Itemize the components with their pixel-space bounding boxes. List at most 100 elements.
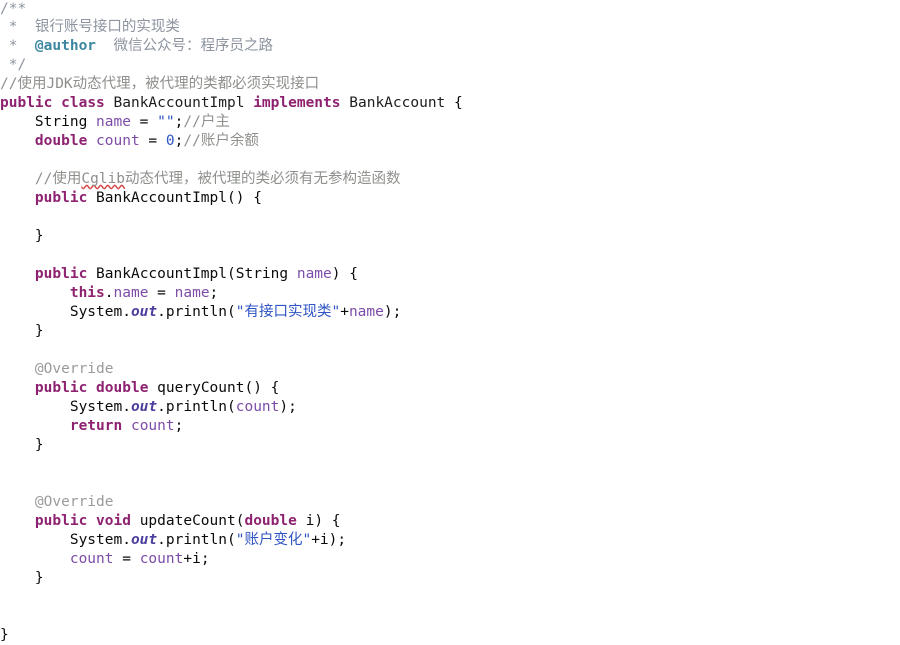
code-token-spellcheck: Cglib xyxy=(81,171,126,187)
code-line[interactable]: public void updateCount(double i) { xyxy=(0,512,900,531)
code-line[interactable]: public BankAccountImpl() { xyxy=(0,189,900,208)
code-line[interactable]: } xyxy=(0,227,900,246)
code-line[interactable]: @Override xyxy=(0,493,900,512)
code-token: void xyxy=(96,513,131,529)
code-token: } xyxy=(0,570,44,586)
code-token: System. xyxy=(0,532,131,548)
code-token: BankAccountImpl xyxy=(96,190,227,206)
code-token: double xyxy=(34,133,88,149)
code-line[interactable]: } xyxy=(0,569,900,588)
code-token: +i); xyxy=(311,532,347,548)
code-token: .println( xyxy=(157,532,236,548)
code-token: //户主 xyxy=(183,114,230,130)
code-line[interactable]: String name = "";//户主 xyxy=(0,113,900,132)
code-token: ); xyxy=(279,399,297,415)
code-token: BankAccountImpl xyxy=(113,95,245,111)
code-token: "" xyxy=(157,114,175,130)
code-token: implements xyxy=(253,95,341,111)
code-line[interactable] xyxy=(0,607,900,626)
code-line[interactable]: count = count+i; xyxy=(0,550,900,569)
code-token: .println( xyxy=(157,399,236,415)
code-token: public xyxy=(34,380,88,396)
code-line[interactable]: System.out.println("有接口实现类"+name); xyxy=(0,303,900,322)
code-token: count xyxy=(139,551,184,567)
code-editor-pane[interactable]: /** * 银行账号接口的实现类 * @author 微信公众号：程序员之路 *… xyxy=(0,0,900,643)
code-token: this xyxy=(69,285,105,301)
code-line[interactable]: System.out.println(count); xyxy=(0,398,900,417)
code-line[interactable] xyxy=(0,455,900,474)
code-token: public xyxy=(0,95,53,111)
code-token: = xyxy=(148,285,175,301)
code-line[interactable] xyxy=(0,246,900,265)
code-token: name xyxy=(96,114,131,130)
code-token: = xyxy=(139,133,166,149)
code-line[interactable] xyxy=(0,588,900,607)
code-token: name xyxy=(174,285,210,301)
code-line[interactable]: } xyxy=(0,626,900,645)
code-line[interactable]: * 银行账号接口的实现类 xyxy=(0,18,900,37)
code-line[interactable]: } xyxy=(0,436,900,455)
code-token: count xyxy=(235,399,280,415)
code-line[interactable]: } xyxy=(0,322,900,341)
code-line[interactable]: /** xyxy=(0,0,900,18)
code-content[interactable]: /** * 银行账号接口的实现类 * @author 微信公众号：程序员之路 *… xyxy=(0,0,900,645)
code-line[interactable]: //使用JDK动态代理，被代理的类都必须实现接口 xyxy=(0,75,900,94)
code-line[interactable] xyxy=(0,151,900,170)
code-token: @author xyxy=(34,38,97,54)
code-token: count xyxy=(69,551,114,567)
code-token: "有接口实现类" xyxy=(235,304,341,320)
code-line[interactable]: public BankAccountImpl(String name) { xyxy=(0,265,900,284)
code-line[interactable]: @Override xyxy=(0,360,900,379)
code-line[interactable]: * @author 微信公众号：程序员之路 xyxy=(0,37,900,56)
code-token: class xyxy=(61,95,105,111)
code-token: ) { xyxy=(331,266,358,282)
code-token: //账户余额 xyxy=(183,133,259,149)
code-token: } xyxy=(0,437,44,453)
code-token: = xyxy=(130,114,158,130)
code-token: System. xyxy=(0,399,131,415)
code-token: * 银行账号接口的实现类 xyxy=(0,19,180,35)
code-token: { xyxy=(445,95,463,111)
code-token: count xyxy=(130,418,175,434)
code-line[interactable]: return count; xyxy=(0,417,900,436)
code-line[interactable]: //使用Cglib动态代理，被代理的类必须有无参构造函数 xyxy=(0,170,900,189)
code-token: ; xyxy=(174,418,184,434)
code-token: name xyxy=(296,266,332,282)
code-line[interactable] xyxy=(0,341,900,360)
code-token: } xyxy=(0,627,9,643)
code-token: 0 xyxy=(165,133,175,149)
code-token: double xyxy=(244,513,297,529)
code-token: } xyxy=(0,228,44,244)
code-line[interactable]: */ xyxy=(0,56,900,75)
code-token: //使用 xyxy=(0,171,82,187)
code-line[interactable]: public class BankAccountImpl implements … xyxy=(0,94,900,113)
code-line[interactable] xyxy=(0,208,900,227)
code-token: +i; xyxy=(183,551,210,567)
code-line[interactable] xyxy=(0,474,900,493)
code-token: BankAccount xyxy=(349,95,446,111)
code-token: (String xyxy=(227,266,297,282)
code-token: /** xyxy=(0,1,27,17)
code-line[interactable]: public double queryCount() { xyxy=(0,379,900,398)
code-token: System. xyxy=(0,304,131,320)
code-token: updateCount( xyxy=(130,513,245,529)
code-line[interactable]: System.out.println("账户变化"+i); xyxy=(0,531,900,550)
code-token: * xyxy=(0,38,35,54)
code-line[interactable]: double count = 0;//账户余额 xyxy=(0,132,900,151)
code-token: name xyxy=(113,285,149,301)
code-line[interactable]: this.name = name; xyxy=(0,284,900,303)
